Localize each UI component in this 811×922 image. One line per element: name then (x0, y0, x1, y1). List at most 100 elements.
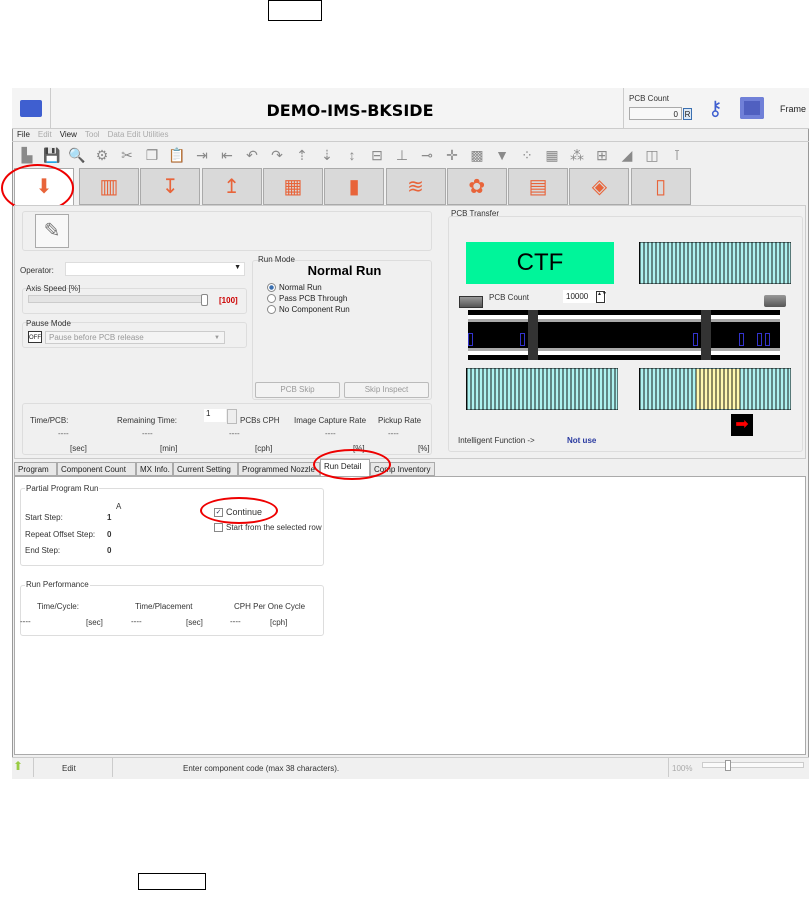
pause-mode-value: Pause before PCB release (49, 333, 144, 342)
tray-icon[interactable]: ⊞ (591, 144, 613, 166)
image-rate-label: Image Capture Rate (294, 416, 367, 425)
main-tab-place-down[interactable]: ↧ (140, 168, 201, 205)
pause-toggle-button[interactable]: OFF (28, 331, 42, 343)
zoom-slider-thumb[interactable] (725, 760, 731, 771)
buffer-slot-occupied (708, 369, 712, 409)
fiducial-icon[interactable]: ◫ (641, 144, 663, 166)
divider (668, 758, 669, 777)
zoom-slider[interactable] (702, 760, 804, 771)
repeat-offset-step-value[interactable]: 0 (107, 530, 111, 539)
reset-count-button[interactable]: R (683, 108, 692, 120)
divider (623, 88, 624, 128)
buffer-slot-occupied (728, 369, 732, 409)
cut-icon[interactable]: ✂ (116, 144, 138, 166)
main-tab-document[interactable]: ▤ (508, 168, 569, 205)
feeder-icon[interactable]: ⊟ (366, 144, 388, 166)
end-step-value[interactable]: 0 (107, 546, 111, 555)
tab-mx-info[interactable]: MX Info. (136, 462, 173, 476)
start-from-selected-row-checkbox[interactable]: Start from the selected row (214, 523, 324, 533)
save-icon[interactable]: 💾 (41, 144, 63, 166)
radio-button[interactable] (267, 305, 276, 315)
reset-label: R (684, 110, 691, 119)
image-rate-unit: [%] (353, 444, 365, 453)
menu-item-data-edit-utilities[interactable]: Data Edit Utilities (108, 130, 169, 139)
delete-row-icon[interactable]: ⇤ (216, 144, 238, 166)
axis-speed-slider[interactable] (28, 294, 208, 306)
pause-mode-select[interactable]: Pause before PCB release ▼ (45, 331, 225, 344)
mark-icon[interactable]: ◢ (616, 144, 638, 166)
slider-thumb[interactable] (201, 294, 208, 306)
ctf-status-text: CTF (516, 249, 564, 276)
transfer-direction-arrow-icon: ➡ (731, 414, 753, 436)
key-icon[interactable]: ⚷ (708, 96, 723, 121)
start-step-value[interactable]: 1 (107, 513, 111, 522)
menu-item-view[interactable]: View (60, 130, 77, 139)
component-icon[interactable]: ▦ (541, 144, 563, 166)
copy-icon[interactable]: ❐ (141, 144, 163, 166)
tab-run-detail[interactable]: Run Detail (320, 459, 370, 477)
grid-icon[interactable]: ⁘ (516, 144, 538, 166)
spinner-arrows-icon[interactable]: ▲▼ (596, 291, 607, 303)
main-tab-nozzles[interactable]: ▯ (630, 168, 691, 205)
redo-icon[interactable]: ↷ (266, 144, 288, 166)
run-mode-option-normal-run[interactable]: Normal Run (267, 283, 350, 294)
conveyor (468, 310, 780, 360)
move-center-icon[interactable]: ↕ (341, 144, 363, 166)
pcb-count-spinner[interactable]: 10000 ▲▼ (563, 290, 607, 303)
tab-current-setting[interactable]: Current Setting (173, 462, 238, 476)
menu-item-tool[interactable]: Tool (85, 130, 100, 139)
remaining-unit: [min] (160, 444, 178, 453)
menu-item-edit[interactable]: Edit (38, 130, 52, 139)
tab-programmed-nozzle[interactable]: Programmed Nozzle (238, 462, 320, 476)
nozzle-icon[interactable]: ⊥ (391, 144, 413, 166)
paste-icon[interactable]: 📋 (166, 144, 188, 166)
continue-checkbox[interactable]: ✓ Continue (214, 507, 263, 518)
undo-icon[interactable]: ↶ (241, 144, 263, 166)
program-editor-panel (22, 211, 432, 251)
measure-icon[interactable]: ⊺ (666, 144, 688, 166)
image-rate-value: ---- (325, 429, 336, 438)
buffer-slot-occupied (700, 369, 704, 409)
image-icon[interactable]: ▩ (466, 144, 488, 166)
radio-button[interactable] (267, 283, 276, 293)
tab-program[interactable]: Program (14, 462, 57, 476)
main-tab-inspect[interactable]: ▥ (79, 168, 139, 205)
main-tab-reel[interactable]: ✿ (446, 168, 507, 205)
time-pcb-value: ---- (58, 429, 69, 438)
placement-icon[interactable]: ⁂ (566, 144, 588, 166)
new-icon[interactable]: ▙ (16, 144, 38, 166)
checkbox-box[interactable] (214, 523, 223, 533)
move-up-icon[interactable]: ⇡ (291, 144, 313, 166)
tab-component-count[interactable]: Component Count (57, 462, 136, 476)
place-up-icon: ↥ (223, 176, 240, 198)
main-tab-board-size[interactable]: ▦ (262, 168, 323, 205)
operator-select[interactable]: ▼ (65, 262, 245, 276)
run-mode-option-label: Pass PCB Through (279, 294, 348, 303)
main-tab-place-up[interactable]: ↥ (201, 168, 262, 205)
search-icon[interactable]: 🔍 (66, 144, 88, 166)
run-mode-option-pass-pcb-through[interactable]: Pass PCB Through (267, 294, 350, 305)
settings-icon[interactable]: ⚙ (91, 144, 113, 166)
pcb-skip-button[interactable]: PCB Skip (255, 382, 340, 398)
edit-program-icon[interactable]: ✎ (35, 214, 69, 248)
skip-inspect-button[interactable]: Skip Inspect (344, 382, 429, 398)
download-icon[interactable]: ▼ (491, 144, 513, 166)
menu-item-file[interactable]: File (17, 130, 30, 139)
insert-row-icon[interactable]: ⇥ (191, 144, 213, 166)
tab-comp-inventory[interactable]: Comp Inventory (370, 462, 435, 476)
crosshair-icon[interactable]: ✛ (441, 144, 463, 166)
frame-icon[interactable] (740, 97, 764, 119)
move-down-icon[interactable]: ⇣ (316, 144, 338, 166)
main-tab-chip[interactable]: ▮ (324, 168, 385, 205)
pcbs-spinner[interactable]: 1 (204, 409, 226, 422)
continue-label: Continue (226, 507, 263, 517)
pickup-rate-value: ---- (388, 429, 399, 438)
check-icon[interactable]: ✓ (214, 508, 223, 518)
main-tab-feeder[interactable]: ≋ (385, 168, 446, 205)
main-tab-layers[interactable]: ◈ (569, 168, 630, 205)
radio-button[interactable] (267, 294, 276, 304)
spinner-arrows-icon[interactable] (227, 409, 237, 424)
open-folder-icon[interactable] (20, 100, 42, 117)
pickup-icon[interactable]: ⊸ (416, 144, 438, 166)
run-mode-option-no-component-run[interactable]: No Component Run (267, 305, 350, 316)
